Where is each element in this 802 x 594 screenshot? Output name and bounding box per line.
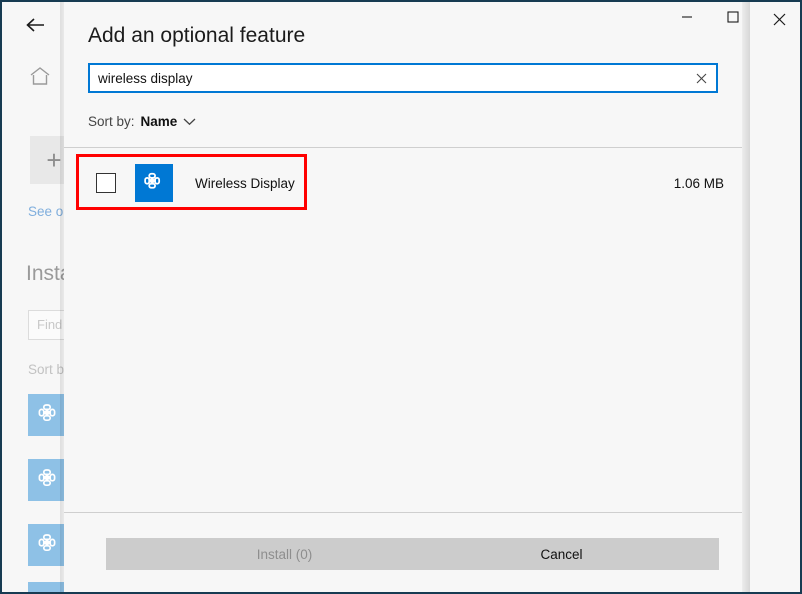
optional-feature-list: Wireless Display 1.06 MB bbox=[64, 148, 742, 511]
dialog-title: Add an optional feature bbox=[88, 24, 306, 47]
settings-window: + See op Insta Find Sort b Add an option… bbox=[0, 0, 802, 594]
minimize-button[interactable] bbox=[664, 2, 710, 32]
feature-name: Wireless Display bbox=[195, 175, 295, 191]
sort-by-label: Sort by: bbox=[88, 114, 135, 129]
back-arrow-icon[interactable] bbox=[18, 10, 52, 40]
background-sort-label[interactable]: Sort b bbox=[28, 362, 64, 377]
home-icon[interactable] bbox=[26, 62, 54, 90]
search-input[interactable] bbox=[90, 65, 686, 91]
feature-list-item[interactable]: Wireless Display 1.06 MB bbox=[76, 156, 730, 210]
chevron-down-icon bbox=[183, 117, 196, 126]
maximize-button[interactable] bbox=[710, 2, 742, 32]
clear-search-icon[interactable] bbox=[686, 65, 716, 91]
cancel-button[interactable]: Cancel bbox=[404, 538, 719, 570]
puzzle-piece-icon bbox=[135, 164, 173, 202]
add-optional-feature-dialog: Add an optional feature Sort by: Name bbox=[64, 2, 742, 592]
dialog-footer: Install (0) Cancel bbox=[64, 513, 742, 592]
feature-size: 1.06 MB bbox=[673, 175, 724, 191]
sort-by-value: Name bbox=[140, 114, 178, 129]
close-icon[interactable] bbox=[757, 4, 800, 34]
sort-control[interactable]: Sort by: Name bbox=[88, 114, 196, 129]
feature-checkbox[interactable] bbox=[96, 173, 116, 193]
search-field[interactable] bbox=[88, 63, 718, 93]
